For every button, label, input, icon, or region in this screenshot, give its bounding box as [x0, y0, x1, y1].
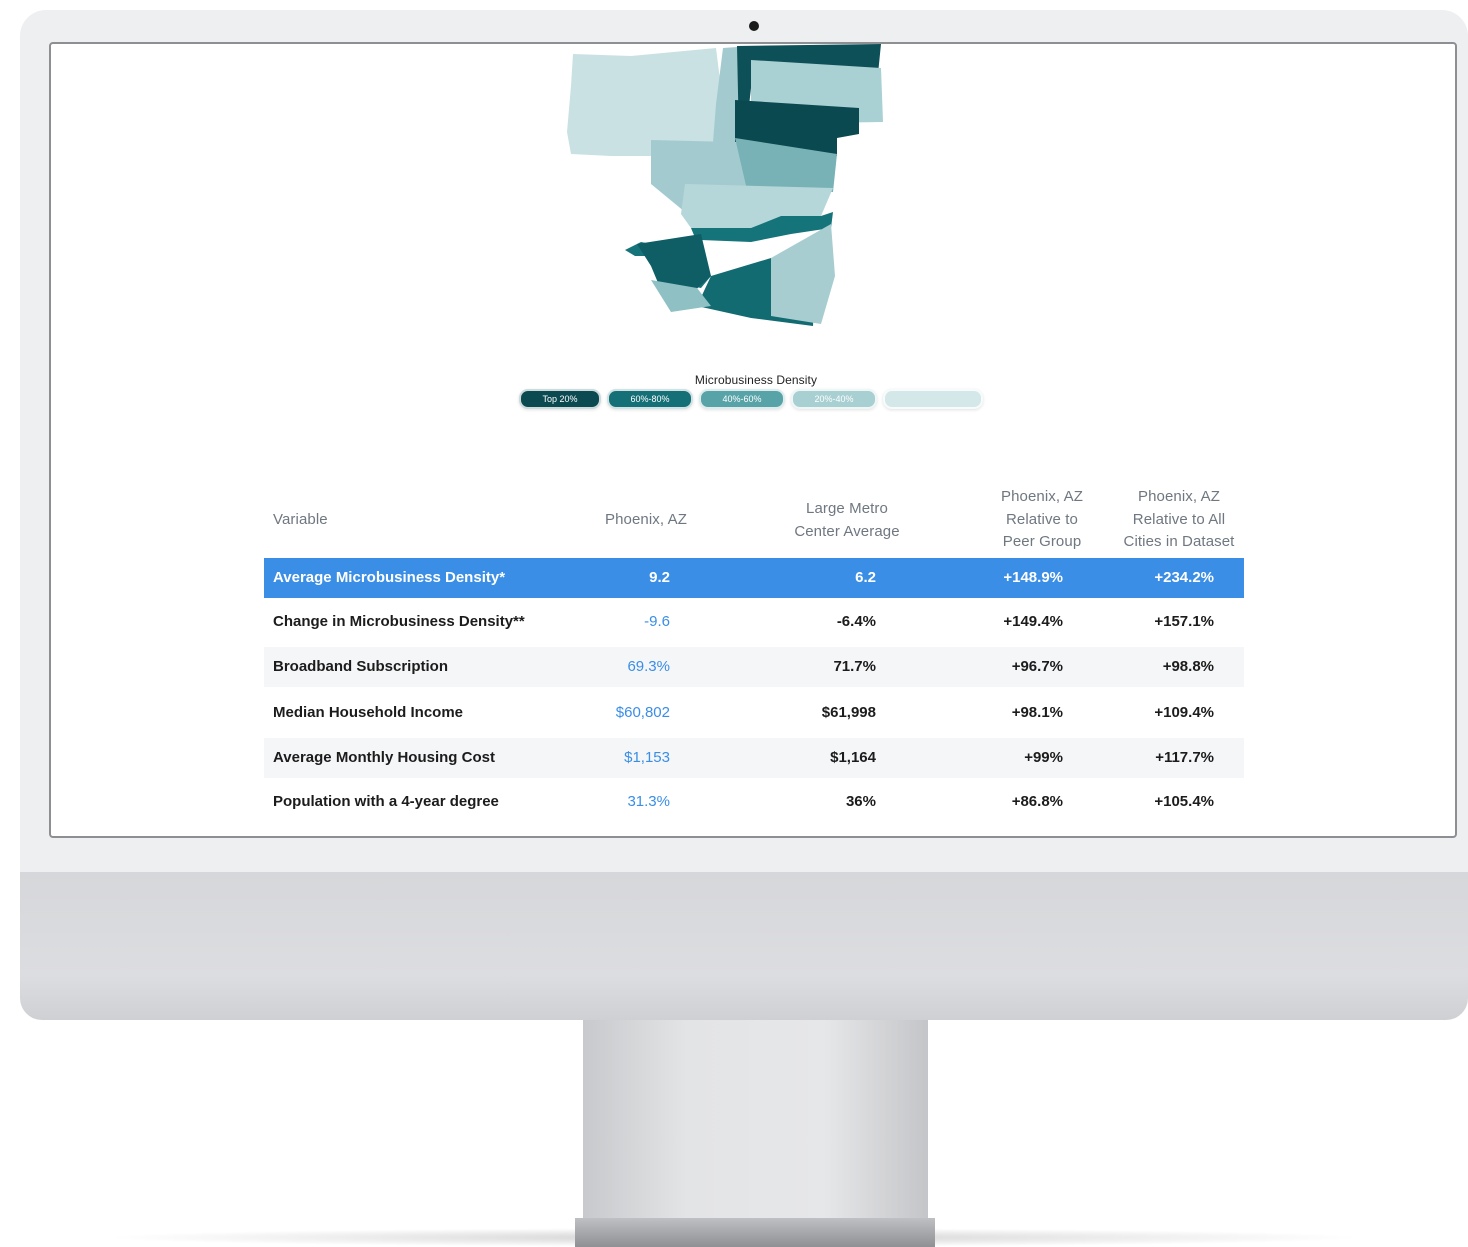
- cell-all: +117.7%: [1155, 749, 1214, 766]
- cell-peer: +99%: [1024, 749, 1063, 766]
- header-average: Large Metro Center Average: [777, 498, 917, 543]
- cell-average: 36%: [845, 793, 876, 810]
- table-row[interactable]: Broadband Subscription 69.3% 71.7% +96.7…: [264, 647, 1244, 687]
- cell-variable: Change in Microbusiness Density**: [273, 613, 525, 630]
- cell-variable: Population with a 4-year degree: [273, 793, 499, 810]
- header-peer-line: Phoenix, AZ: [1001, 488, 1083, 505]
- header-all: Phoenix, AZ Relative to All Cities in Da…: [1109, 486, 1249, 554]
- cell-phoenix: $1,153: [624, 749, 670, 766]
- table-row[interactable]: Population with a 4-year degree 31.3% 36…: [264, 782, 1244, 822]
- cell-variable: Average Monthly Housing Cost: [273, 749, 495, 766]
- map-region[interactable]: [771, 224, 835, 324]
- cell-phoenix: -9.6: [644, 613, 670, 630]
- cell-variable: Broadband Subscription: [273, 658, 449, 675]
- cell-peer: +86.8%: [1011, 793, 1063, 810]
- cell-phoenix: 9.2: [649, 569, 670, 586]
- cell-average: 6.2: [855, 569, 876, 586]
- cell-all: +234.2%: [1154, 569, 1214, 586]
- table-header: Variable Phoenix, AZ Large Metro Center …: [264, 480, 1244, 558]
- comparison-table: Variable Phoenix, AZ Large Metro Center …: [264, 480, 1244, 810]
- header-peer-line: Relative to: [1006, 510, 1078, 528]
- cell-all: +109.4%: [1154, 704, 1214, 721]
- map-legend: Microbusiness Density Top 20% 60%-80% 40…: [511, 369, 1001, 417]
- cell-all: +98.8%: [1162, 658, 1214, 675]
- table-row[interactable]: Median Household Income $60,802 $61,998 …: [264, 693, 1244, 733]
- legend-item-top-20[interactable]: Top 20%: [519, 389, 601, 409]
- cell-variable: Median Household Income: [273, 704, 464, 721]
- cell-average: -6.4%: [836, 613, 876, 630]
- stand-base: [575, 1218, 935, 1247]
- cell-peer: +148.9%: [1003, 569, 1063, 586]
- cell-phoenix: $60,802: [615, 704, 670, 721]
- cell-average: $61,998: [821, 704, 876, 721]
- legend-item-60-80[interactable]: 60%-80%: [607, 389, 693, 409]
- cell-peer: +96.7%: [1011, 658, 1063, 675]
- legend-item-20-40[interactable]: 20%-40%: [791, 389, 877, 409]
- cell-average: $1,164: [830, 749, 876, 766]
- header-all-line: Relative to All: [1132, 510, 1226, 528]
- header-all-line: Phoenix, AZ: [1138, 488, 1220, 505]
- cell-all: +105.4%: [1154, 793, 1214, 810]
- map-regions: [567, 44, 883, 326]
- camera: [749, 21, 759, 31]
- cell-peer: +149.4%: [1003, 613, 1063, 630]
- legend-item-label: 60%-80%: [630, 394, 670, 404]
- monitor-stand: [583, 1020, 928, 1222]
- legend-title: Microbusiness Density: [694, 373, 818, 387]
- legend-item-label: 20%-40%: [814, 394, 854, 404]
- legend-item-label: Top 20%: [542, 394, 578, 404]
- header-phoenix: Phoenix, AZ: [605, 511, 687, 528]
- header-peer: Phoenix, AZ Relative to Peer Group: [982, 486, 1102, 554]
- monitor-screen: Microbusiness Density Top 20% 60%-80% 40…: [49, 42, 1457, 838]
- header-all-line: Cities in Dataset: [1123, 533, 1235, 550]
- legend-item-label: 40%-60%: [722, 394, 762, 404]
- cell-phoenix: 69.3%: [627, 658, 670, 675]
- cell-phoenix: 31.3%: [627, 793, 670, 810]
- cell-all: +157.1%: [1154, 613, 1214, 630]
- cell-peer: +98.1%: [1011, 704, 1063, 721]
- legend-item-bottom-20[interactable]: [883, 389, 983, 409]
- header-peer-line: Peer Group: [1002, 533, 1082, 550]
- cell-variable: Average Microbusiness Density*: [273, 569, 506, 586]
- table-row[interactable]: Average Monthly Housing Cost $1,153 $1,1…: [264, 738, 1244, 778]
- header-average-line: Center Average: [794, 522, 900, 540]
- header-average-line: Large Metro: [806, 500, 888, 517]
- table-row[interactable]: Average Microbusiness Density* 9.2 6.2 +…: [264, 558, 1244, 598]
- monitor-chin: [20, 872, 1468, 1020]
- cell-average: 71.7%: [833, 658, 876, 675]
- table-row[interactable]: Change in Microbusiness Density** -9.6 -…: [264, 602, 1244, 642]
- header-variable: Variable: [273, 511, 328, 528]
- legend-item-40-60[interactable]: 40%-60%: [699, 389, 785, 409]
